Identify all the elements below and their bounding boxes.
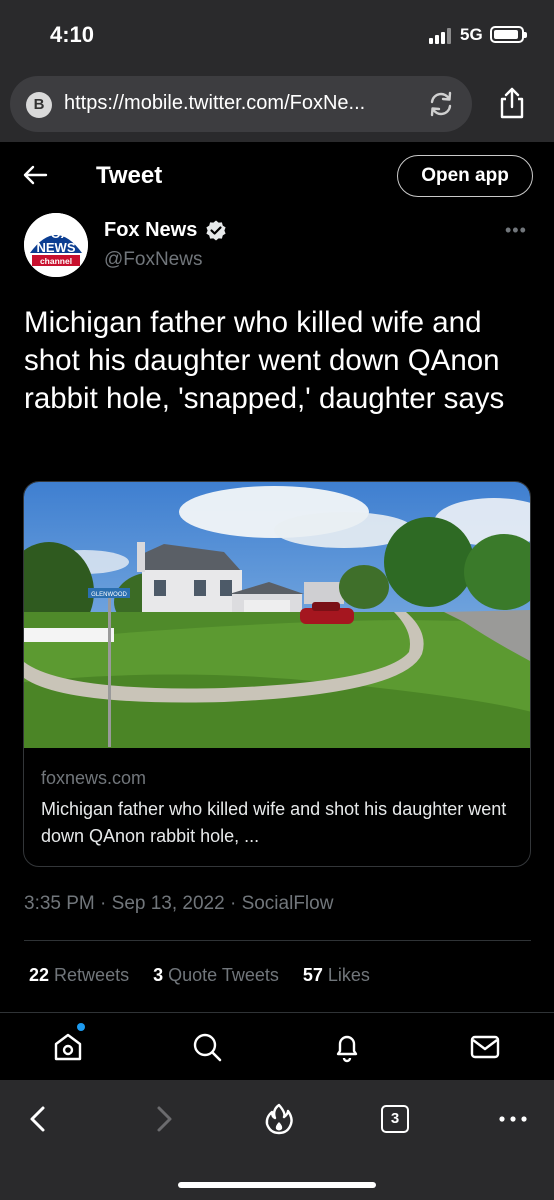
page-title: Tweet: [96, 162, 163, 189]
quotes-count: 3: [153, 965, 164, 985]
tweet-stats: 22 Retweets 3 Quote Tweets 57 Likes: [29, 965, 370, 986]
avatar-text-fox: FOX: [43, 226, 70, 241]
share-icon[interactable]: [496, 86, 528, 120]
browser-address-area: B https://mobile.twitter.com/FoxNe...: [0, 70, 554, 142]
search-icon[interactable]: [191, 1031, 223, 1063]
retweets-stat[interactable]: 22 Retweets: [29, 965, 129, 985]
url-text[interactable]: https://mobile.twitter.com/FoxNe...: [64, 92, 365, 115]
flame-icon[interactable]: [262, 1102, 296, 1136]
status-bar: 4:10 5G: [0, 0, 554, 70]
ellipsis-icon[interactable]: [496, 1102, 530, 1136]
retweets-count: 22: [29, 965, 50, 985]
card-title: Michigan father who killed wife and shot…: [41, 799, 507, 846]
back-arrow-icon[interactable]: [22, 162, 48, 188]
street-sign-text: GLENWOOD: [91, 592, 127, 598]
avatar-text-news: NEWS: [37, 240, 76, 255]
avatar[interactable]: FOX NEWS channel: [24, 213, 88, 277]
quote-tweets-stat[interactable]: 3 Quote Tweets: [153, 965, 279, 985]
quotes-label: Quote Tweets: [168, 965, 279, 985]
likes-count: 57: [302, 965, 323, 985]
tabs-icon[interactable]: 3: [381, 1105, 409, 1133]
tweet-meta: 3:35 PM · Sep 13, 2022 · SocialFlow: [24, 893, 334, 914]
author-name[interactable]: Fox News: [104, 219, 197, 242]
link-card[interactable]: GLENWOOD foxnews.com Michigan father who…: [23, 481, 531, 867]
likes-label: Likes: [327, 965, 370, 985]
mail-icon[interactable]: [469, 1031, 501, 1063]
status-time: 4:10: [50, 22, 95, 47]
address-bar[interactable]: B https://mobile.twitter.com/FoxNe...: [10, 76, 472, 132]
twitter-bottom-nav: [0, 1012, 554, 1080]
reload-icon[interactable]: [426, 89, 456, 119]
card-domain: foxnews.com: [41, 768, 147, 788]
verified-icon: [206, 220, 226, 241]
author-handle[interactable]: @FoxNews: [104, 249, 202, 271]
tweet-text: Michigan father who killed wife and shot…: [24, 306, 505, 415]
chevron-right-icon[interactable]: [146, 1102, 180, 1136]
home-indicator: [178, 1182, 376, 1188]
likes-stat[interactable]: 57 Likes: [303, 965, 370, 985]
bell-icon[interactable]: [331, 1031, 363, 1063]
card-image[interactable]: GLENWOOD: [24, 482, 531, 748]
site-badge: B: [26, 92, 52, 118]
network-type: 5G: [460, 25, 483, 44]
home-icon[interactable]: [52, 1031, 84, 1063]
open-app-button[interactable]: Open app: [397, 155, 533, 197]
battery-icon: [490, 26, 527, 43]
divider: [24, 940, 531, 941]
chevron-left-icon[interactable]: [22, 1102, 56, 1136]
signal-icon: [429, 28, 453, 44]
notification-dot: [77, 1023, 85, 1031]
avatar-text-channel: channel: [40, 256, 72, 266]
fox-news-logo: FOX NEWS channel: [24, 213, 88, 277]
more-icon[interactable]: •••: [505, 220, 527, 241]
retweets-label: Retweets: [54, 965, 130, 985]
